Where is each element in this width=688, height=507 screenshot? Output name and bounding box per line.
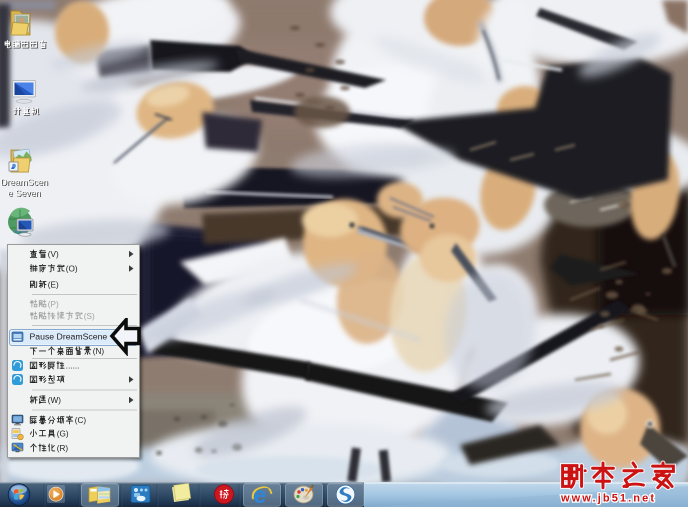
svg-text:(V): (V) [48,250,59,259]
svg-text:Pause DreamScene: Pause DreamScene [30,332,108,342]
svg-text:......: ...... [66,362,80,371]
svg-text:e Seven: e Seven [8,188,41,198]
svg-text:(R): (R) [57,444,69,453]
svg-text:www.jb51.net: www.jb51.net [560,493,656,505]
svg-text:(N): (N) [93,347,105,356]
svg-text:DreamScen: DreamScen [1,177,49,187]
svg-text:(G): (G) [57,430,69,439]
svg-text:(E): (E) [48,281,59,290]
svg-text:(C): (C) [75,416,87,425]
svg-text:(P): (P) [48,300,59,309]
svg-text:(S): (S) [84,312,95,321]
svg-text:(W): (W) [48,396,61,405]
svg-text:(O): (O) [66,265,78,274]
svg-text:e: e [253,482,266,507]
